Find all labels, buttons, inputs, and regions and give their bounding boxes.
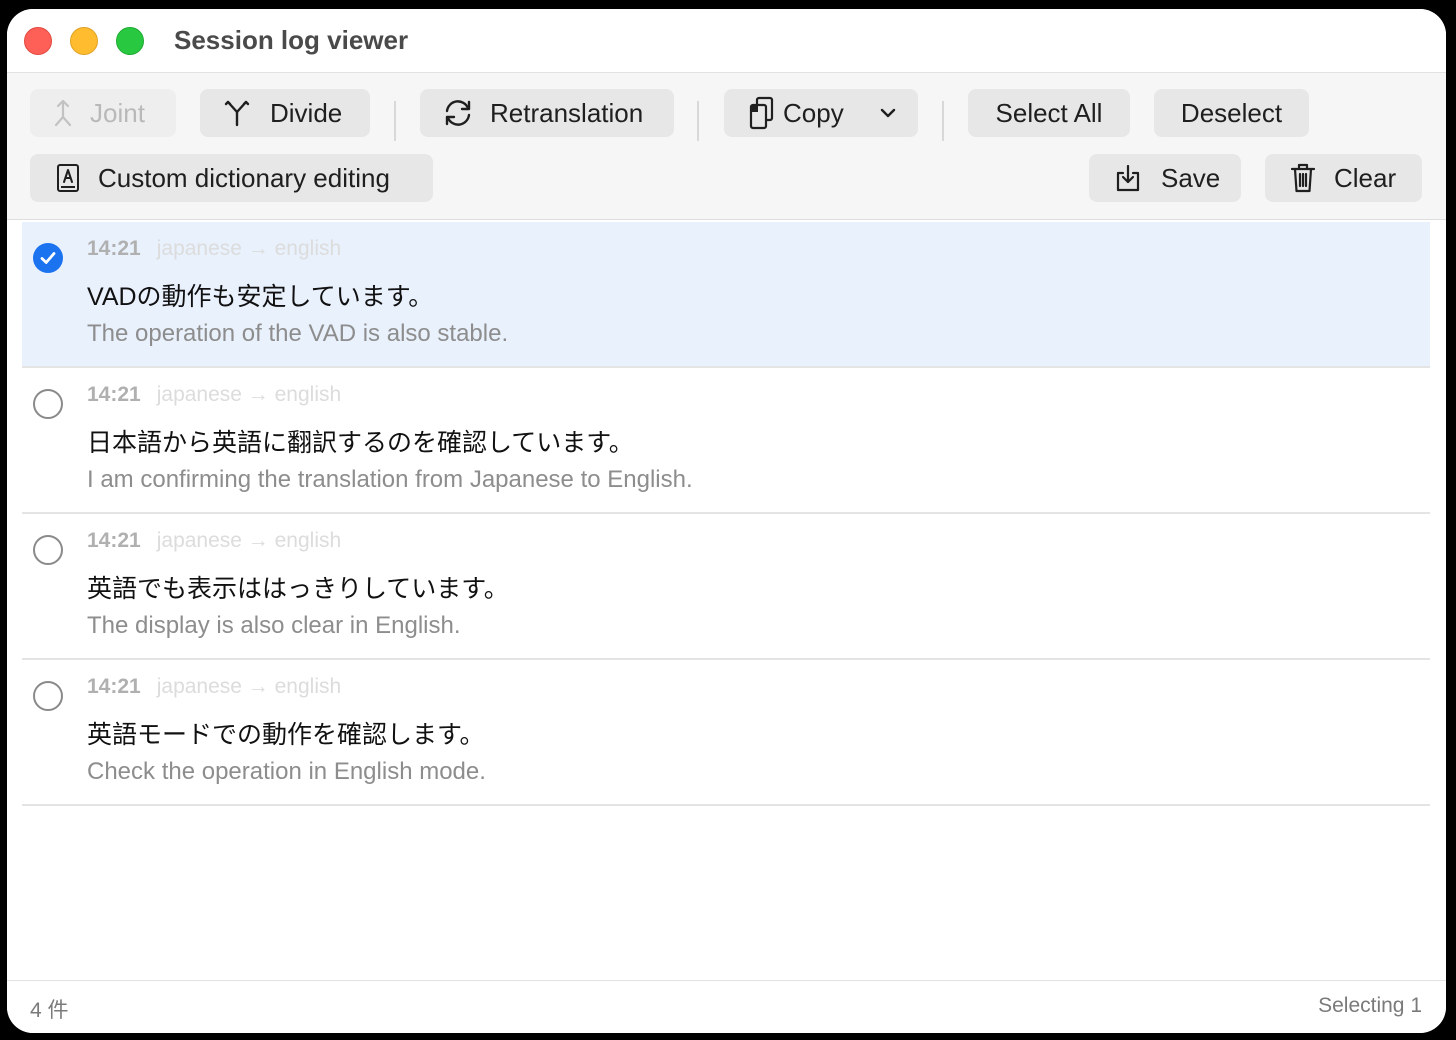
entry-source-text: 日本語から英語に翻訳するのを確認しています。 bbox=[87, 429, 634, 457]
log-entry-row[interactable]: 14:21 japanese → english 英語でも表示ははっきりしています… bbox=[22, 514, 1430, 660]
custom-dictionary-button[interactable]: Custom dictionary editing bbox=[30, 154, 433, 202]
entry-meta: 14:21 japanese → english bbox=[87, 383, 341, 407]
copy-menu-button[interactable]: Copy bbox=[724, 89, 918, 137]
retranslation-label: Retranslation bbox=[490, 97, 644, 128]
refresh-icon bbox=[442, 99, 474, 127]
entry-checkbox[interactable] bbox=[33, 681, 63, 711]
toolbar-separator bbox=[942, 101, 944, 141]
entry-time: 14:21 bbox=[87, 383, 141, 406]
save-label: Save bbox=[1161, 162, 1221, 193]
entry-translation-text: The operation of the VAD is also stable. bbox=[87, 320, 509, 347]
log-entry-list: 14:21 japanese → english VADの動作も安定しています。 … bbox=[22, 222, 1430, 806]
entry-time: 14:21 bbox=[87, 675, 141, 698]
entry-time: 14:21 bbox=[87, 529, 141, 552]
log-entry-row[interactable]: 14:21 japanese → english 英語モードでの動作を確認します。… bbox=[22, 660, 1430, 806]
entry-checkbox[interactable] bbox=[33, 389, 63, 419]
chevron-down-icon[interactable] bbox=[880, 108, 896, 118]
save-button[interactable]: Save bbox=[1089, 154, 1241, 202]
toolbar: Joint Divide Retranslation Copy Select A… bbox=[7, 73, 1446, 220]
window-title: Session log viewer bbox=[174, 25, 409, 55]
toolbar-separator bbox=[697, 101, 699, 141]
joint-label: Joint bbox=[90, 97, 145, 128]
select-all-label: Select All bbox=[995, 97, 1103, 128]
select-all-button[interactable]: Select All bbox=[968, 89, 1130, 137]
entry-meta: 14:21 japanese → english bbox=[87, 237, 341, 261]
maximize-window-button[interactable] bbox=[116, 27, 144, 55]
entry-count: 4 件 bbox=[30, 999, 69, 1022]
selection-status: Selecting 1 bbox=[1318, 994, 1422, 1017]
entry-translation-text: Check the operation in English mode. bbox=[87, 758, 486, 785]
entry-meta: 14:21 japanese → english bbox=[87, 529, 341, 553]
entry-checkbox[interactable] bbox=[33, 243, 63, 273]
save-download-icon bbox=[1115, 164, 1141, 192]
retranslation-button[interactable]: Retranslation bbox=[420, 89, 674, 137]
entry-direction: japanese → english bbox=[156, 675, 342, 698]
toolbar-separator bbox=[394, 101, 396, 141]
divide-icon bbox=[224, 99, 250, 127]
divide-label: Divide bbox=[270, 97, 343, 128]
trash-icon bbox=[1290, 163, 1316, 193]
entry-checkbox[interactable] bbox=[33, 535, 63, 565]
checkmark-icon bbox=[40, 252, 56, 264]
entry-direction: japanese → english bbox=[156, 383, 342, 406]
clear-label: Clear bbox=[1334, 162, 1397, 193]
session-log-window: Session log viewer Joint Divide Retransl… bbox=[7, 9, 1446, 1033]
entry-translation-text: The display is also clear in English. bbox=[87, 612, 461, 639]
minimize-window-button[interactable] bbox=[70, 27, 98, 55]
copy-icon bbox=[749, 96, 775, 130]
entry-translation-text: I am confirming the translation from Jap… bbox=[87, 466, 693, 493]
entry-source-text: 英語モードでの動作を確認します。 bbox=[87, 721, 485, 749]
clear-button[interactable]: Clear bbox=[1265, 154, 1422, 202]
entry-direction: japanese → english bbox=[156, 529, 342, 552]
log-entry-row[interactable]: 14:21 japanese → english 日本語から英語に翻訳するのを確認… bbox=[22, 368, 1430, 514]
divide-button[interactable]: Divide bbox=[200, 89, 370, 137]
entry-direction: japanese → english bbox=[156, 237, 342, 260]
joint-button[interactable]: Joint bbox=[30, 89, 176, 137]
custom-dictionary-label: Custom dictionary editing bbox=[98, 162, 390, 193]
entry-time: 14:21 bbox=[87, 237, 141, 260]
entry-meta: 14:21 japanese → english bbox=[87, 675, 341, 699]
log-entry-row[interactable]: 14:21 japanese → english VADの動作も安定しています。 … bbox=[22, 222, 1430, 368]
deselect-label: Deselect bbox=[1180, 97, 1283, 128]
copy-label: Copy bbox=[783, 97, 844, 128]
title-bar: Session log viewer bbox=[7, 9, 1446, 73]
entry-source-text: 英語でも表示ははっきりしています。 bbox=[87, 575, 509, 603]
deselect-button[interactable]: Deselect bbox=[1154, 89, 1309, 137]
status-bar: 4 件 Selecting 1 bbox=[7, 980, 1446, 1033]
entry-source-text: VADの動作も安定しています。 bbox=[87, 283, 434, 311]
joint-icon bbox=[52, 99, 74, 127]
dictionary-book-icon bbox=[56, 163, 80, 193]
close-window-button[interactable] bbox=[24, 27, 52, 55]
